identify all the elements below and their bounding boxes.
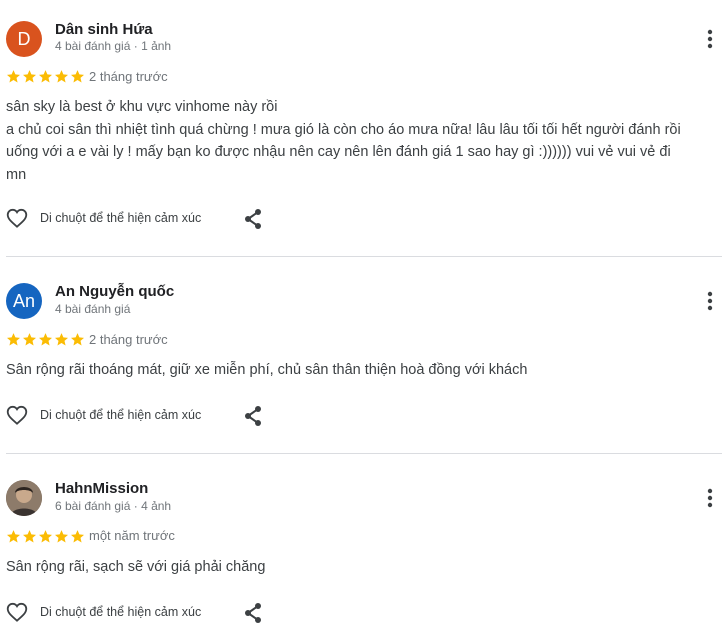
- profile-photo: [6, 480, 42, 516]
- share-icon: [245, 603, 261, 623]
- reviewer-stats: 4 bài đánh giá · 1 ảnh: [55, 39, 172, 53]
- share-button[interactable]: [243, 602, 263, 624]
- star-icon: [23, 70, 36, 83]
- review-text-line: uống với a e vài ly ! mấy bạn ko được nh…: [6, 144, 671, 160]
- reviewer-stats: 6 bài đánh giá · 4 ảnh: [55, 499, 172, 513]
- react-button[interactable]: Di chuột để thể hiện cảm xúc: [6, 602, 201, 622]
- react-label: Di chuột để thể hiện cảm xúc: [40, 211, 202, 225]
- star-rating: [6, 69, 85, 83]
- star-icon: [39, 530, 52, 543]
- review-time: 2 tháng trước: [89, 69, 168, 84]
- review-time: 2 tháng trước: [89, 332, 168, 347]
- share-icon: [245, 406, 261, 426]
- reviewer-name[interactable]: HahnMission: [55, 480, 148, 497]
- avatar-letter: D: [17, 28, 31, 49]
- react-button[interactable]: Di chuột để thể hiện cảm xúc: [6, 208, 201, 228]
- more-vert-icon: [707, 291, 713, 311]
- more-options-button[interactable]: [700, 27, 720, 51]
- more-options-button[interactable]: [700, 289, 720, 313]
- more-vert-icon: [707, 488, 713, 508]
- react-label: Di chuột để thể hiện cảm xúc: [40, 408, 202, 422]
- heart-outline-icon: [6, 208, 28, 228]
- star-rating: [6, 332, 85, 346]
- review-text-line: Sân rộng rãi, sạch sẽ với giá phải chăng: [6, 559, 266, 575]
- star-icon: [7, 70, 20, 83]
- react-button[interactable]: Di chuột để thể hiện cảm xúc: [6, 405, 201, 425]
- avatar-letter: An: [12, 290, 36, 311]
- react-label: Di chuột để thể hiện cảm xúc: [40, 605, 202, 619]
- star-icon: [55, 333, 68, 346]
- star-icon: [7, 530, 20, 543]
- review-text: Sân rộng rãi, sạch sẽ với giá phải chăng: [6, 556, 718, 579]
- star-icon: [71, 333, 84, 346]
- review-text: sân sky là best ở khu vực vinhome này rồ…: [6, 96, 718, 186]
- share-button[interactable]: [243, 405, 263, 427]
- heart-outline-icon: [6, 602, 28, 622]
- star-icon: [23, 333, 36, 346]
- review-text-line: mn: [6, 166, 27, 183]
- star-icon: [71, 70, 84, 83]
- star-icon: [55, 530, 68, 543]
- review-text-line: a chủ coi sân thì nhiệt tình quá chừng !…: [6, 121, 681, 138]
- review-text-line: sân sky là best ở khu vực vinhome này rồ…: [6, 99, 278, 115]
- review-time: một năm trước: [89, 528, 175, 543]
- star-rating: [6, 529, 85, 543]
- star-icon: [55, 70, 68, 83]
- reviewer-name[interactable]: Dân sinh Hứa: [55, 21, 153, 38]
- heart-outline-icon: [6, 405, 28, 425]
- divider: [6, 256, 722, 257]
- more-options-button[interactable]: [700, 486, 720, 510]
- star-icon: [71, 530, 84, 543]
- avatar[interactable]: D: [6, 21, 42, 57]
- review-text-line: Sân rộng rãi thoáng mát, giữ xe miễn phí…: [6, 362, 528, 378]
- divider: [6, 453, 722, 454]
- star-icon: [39, 70, 52, 83]
- more-vert-icon: [707, 29, 713, 49]
- avatar[interactable]: An: [6, 283, 42, 319]
- share-icon: [245, 209, 261, 229]
- star-icon: [39, 333, 52, 346]
- reviewer-name[interactable]: An Nguyễn quốc: [55, 283, 174, 300]
- avatar-photo[interactable]: [6, 480, 42, 516]
- star-icon: [7, 333, 20, 346]
- star-icon: [23, 530, 36, 543]
- share-button[interactable]: [243, 208, 263, 230]
- reviewer-stats: 4 bài đánh giá: [55, 302, 131, 316]
- review-text: Sân rộng rãi thoáng mát, giữ xe miễn phí…: [6, 359, 718, 382]
